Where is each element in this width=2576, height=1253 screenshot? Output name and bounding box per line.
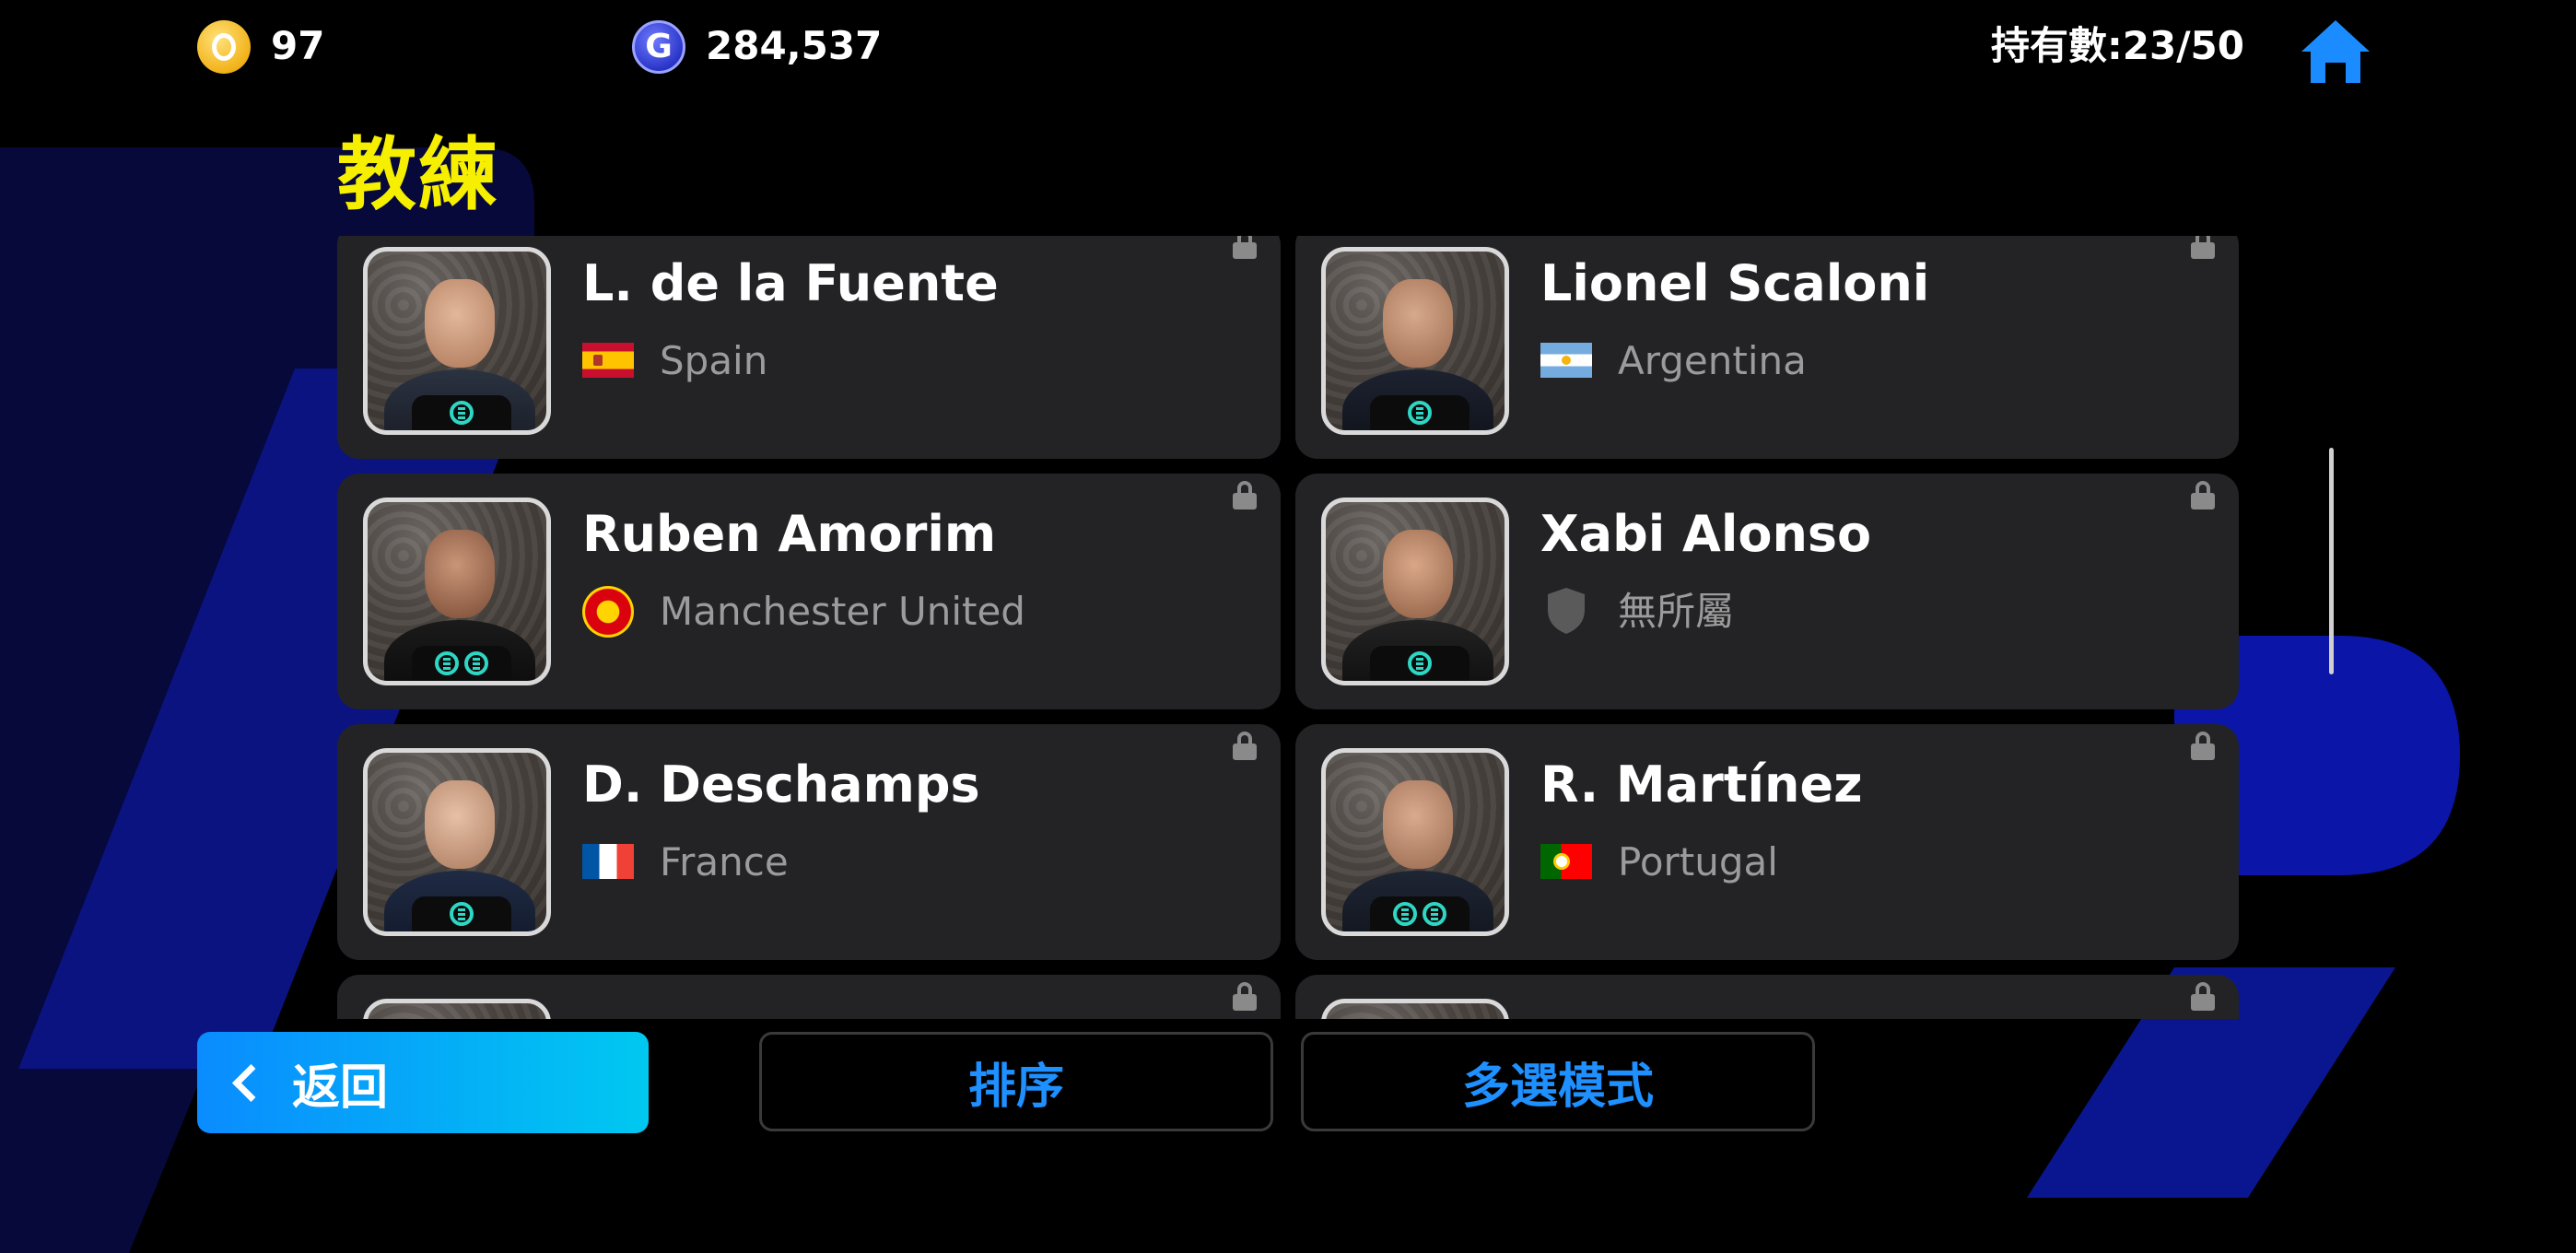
lock-icon[interactable] [2189, 236, 2217, 259]
coach-card-partial[interactable] [337, 975, 1281, 1019]
argentina-flag-icon [1540, 343, 1592, 378]
holding-count: 持有數:23/50 [1990, 23, 2244, 68]
coach-name: R. Martínez [1540, 755, 1863, 814]
coach-portrait [363, 748, 551, 936]
efootball-badge-icon [464, 651, 488, 675]
coach-card[interactable]: D. Deschamps France [337, 724, 1281, 960]
portugal-flag-icon [1540, 844, 1592, 879]
efootball-badge-icon [1423, 902, 1446, 926]
home-icon[interactable] [2298, 17, 2373, 87]
spain-flag-icon [582, 343, 634, 378]
coach-team: 無所屬 [1618, 589, 1735, 634]
lock-icon[interactable] [2189, 982, 2217, 1011]
chevron-left-icon [231, 1063, 271, 1102]
france-flag-icon [582, 844, 634, 879]
page-title: 教練 [337, 129, 499, 221]
coach-card-partial[interactable] [1295, 975, 2239, 1019]
skill-badges [412, 896, 511, 931]
coach-team: Argentina [1618, 338, 1807, 383]
coach-team: Manchester United [660, 589, 1025, 634]
efootball-badge-icon [435, 651, 459, 675]
coach-portrait [1321, 999, 1509, 1019]
lock-icon[interactable] [1231, 236, 1259, 259]
manchester-united-crest-icon [582, 586, 634, 638]
lock-icon[interactable] [1231, 982, 1259, 1011]
coach-portrait [1321, 498, 1509, 685]
top-bar: 97 G 284,537 持有數:23/50 [0, 0, 2576, 101]
coach-list[interactable]: L. de la Fuente Spain Lionel Scaloni Arg… [337, 236, 2241, 1019]
coach-name: L. de la Fuente [582, 254, 999, 312]
scrollbar[interactable] [2329, 448, 2334, 674]
back-button[interactable]: 返回 [197, 1032, 649, 1133]
coach-portrait [363, 247, 551, 435]
coach-portrait [1321, 748, 1509, 936]
coach-team: Spain [660, 338, 768, 383]
coach-card[interactable]: Ruben Amorim Manchester United [337, 474, 1281, 709]
skill-badges [412, 395, 511, 430]
gp-icon: G [632, 20, 685, 74]
sort-button[interactable]: 排序 [759, 1032, 1273, 1131]
skill-badges [1370, 896, 1469, 931]
ecoin-balance: 97 [271, 23, 325, 68]
ecoin-icon [197, 20, 251, 74]
multi-select-button[interactable]: 多選模式 [1301, 1032, 1815, 1131]
shield-icon [1548, 588, 1585, 634]
coach-name: Ruben Amorim [582, 505, 997, 563]
efootball-badge-icon [450, 902, 474, 926]
gp-balance: 284,537 [706, 23, 883, 68]
lock-icon[interactable] [1231, 732, 1259, 760]
coach-card[interactable]: L. de la Fuente Spain [337, 236, 1281, 459]
skill-badges [412, 646, 511, 681]
efootball-badge-icon [1393, 902, 1417, 926]
skill-badges [1370, 646, 1469, 681]
coach-team: France [660, 839, 789, 884]
coach-card[interactable]: R. Martínez Portugal [1295, 724, 2239, 960]
efootball-badge-icon [1408, 651, 1432, 675]
coach-name: Xabi Alonso [1540, 505, 1872, 563]
coach-team: Portugal [1618, 839, 1778, 884]
coach-portrait [363, 498, 551, 685]
coach-portrait [363, 999, 551, 1019]
gp-icon-glyph: G [645, 28, 673, 65]
coach-name: D. Deschamps [582, 755, 980, 814]
efootball-badge-icon [1408, 401, 1432, 425]
coach-name: Lionel Scaloni [1540, 254, 1930, 312]
skill-badges [1370, 395, 1469, 430]
lock-icon[interactable] [2189, 732, 2217, 760]
coach-card[interactable]: Lionel Scaloni Argentina [1295, 236, 2239, 459]
coach-card[interactable]: Xabi Alonso 無所屬 [1295, 474, 2239, 709]
lock-icon[interactable] [1231, 481, 1259, 509]
lock-icon[interactable] [2189, 481, 2217, 509]
coach-portrait [1321, 247, 1509, 435]
efootball-badge-icon [450, 401, 474, 425]
back-button-label: 返回 [292, 1060, 389, 1116]
